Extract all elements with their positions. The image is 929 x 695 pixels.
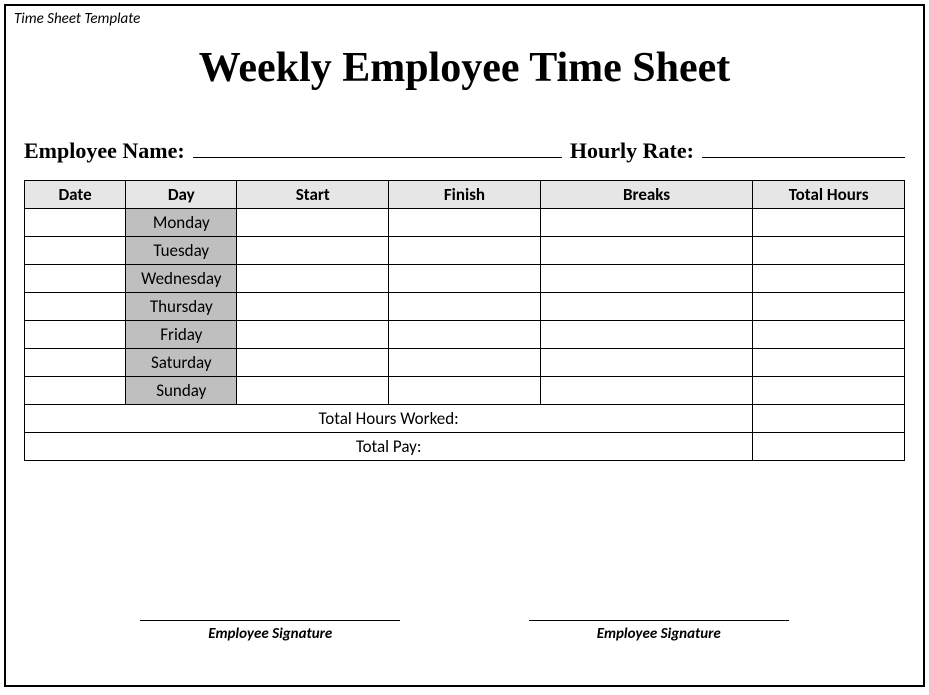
header-date: Date <box>25 181 126 209</box>
total-pay-row: Total Pay: <box>25 433 905 461</box>
table-row: Saturday <box>25 349 905 377</box>
signature-left: Employee Signature <box>140 620 400 643</box>
cell-breaks[interactable] <box>540 349 752 377</box>
cell-finish[interactable] <box>389 209 541 237</box>
cell-total-hours[interactable] <box>753 237 905 265</box>
table-row: Thursday <box>25 293 905 321</box>
cell-breaks[interactable] <box>540 209 752 237</box>
cell-finish[interactable] <box>389 321 541 349</box>
signature-left-line[interactable] <box>140 620 400 621</box>
cell-date[interactable] <box>25 293 126 321</box>
cell-date[interactable] <box>25 265 126 293</box>
cell-day: Friday <box>126 321 237 349</box>
cell-start[interactable] <box>237 377 389 405</box>
total-pay-label: Total Pay: <box>25 433 753 461</box>
total-pay-value[interactable] <box>753 433 905 461</box>
page-title: Weekly Employee Time Sheet <box>6 44 923 92</box>
employee-name-input-line[interactable] <box>193 139 562 158</box>
header-start: Start <box>237 181 389 209</box>
table-header-row: Date Day Start Finish Breaks Total Hours <box>25 181 905 209</box>
cell-day: Thursday <box>126 293 237 321</box>
table-row: Monday <box>25 209 905 237</box>
cell-breaks[interactable] <box>540 237 752 265</box>
signature-right-line[interactable] <box>529 620 789 621</box>
cell-breaks[interactable] <box>540 321 752 349</box>
header-finish: Finish <box>389 181 541 209</box>
total-hours-value[interactable] <box>753 405 905 433</box>
cell-start[interactable] <box>237 293 389 321</box>
hourly-rate-input-line[interactable] <box>702 139 905 158</box>
cell-start[interactable] <box>237 349 389 377</box>
cell-breaks[interactable] <box>540 265 752 293</box>
cell-start[interactable] <box>237 321 389 349</box>
cell-start[interactable] <box>237 209 389 237</box>
cell-total-hours[interactable] <box>753 349 905 377</box>
signature-left-label: Employee Signature <box>140 625 400 643</box>
template-label: Time Sheet Template <box>6 6 923 30</box>
timesheet-body: Monday Tuesday Wednesday <box>25 209 905 461</box>
table-row: Sunday <box>25 377 905 405</box>
timesheet-table: Date Day Start Finish Breaks Total Hours… <box>24 180 905 461</box>
cell-date[interactable] <box>25 209 126 237</box>
cell-total-hours[interactable] <box>753 321 905 349</box>
header-total-hours: Total Hours <box>753 181 905 209</box>
cell-day: Sunday <box>126 377 237 405</box>
cell-date[interactable] <box>25 237 126 265</box>
timesheet-table-wrap: Date Day Start Finish Breaks Total Hours… <box>6 180 923 461</box>
signature-right-label: Employee Signature <box>529 625 789 643</box>
cell-start[interactable] <box>237 265 389 293</box>
info-row: Employee Name: Hourly Rate: <box>6 138 923 180</box>
header-day: Day <box>126 181 237 209</box>
header-breaks: Breaks <box>540 181 752 209</box>
signatures-row: Employee Signature Employee Signature <box>6 620 923 643</box>
cell-total-hours[interactable] <box>753 209 905 237</box>
cell-day: Monday <box>126 209 237 237</box>
cell-date[interactable] <box>25 377 126 405</box>
cell-breaks[interactable] <box>540 377 752 405</box>
timesheet-page: Time Sheet Template Weekly Employee Time… <box>4 4 925 687</box>
employee-name-label: Employee Name: <box>24 138 185 164</box>
cell-breaks[interactable] <box>540 293 752 321</box>
cell-total-hours[interactable] <box>753 377 905 405</box>
cell-start[interactable] <box>237 237 389 265</box>
signature-right: Employee Signature <box>529 620 789 643</box>
cell-day: Tuesday <box>126 237 237 265</box>
table-row: Tuesday <box>25 237 905 265</box>
cell-day: Saturday <box>126 349 237 377</box>
cell-finish[interactable] <box>389 265 541 293</box>
total-hours-row: Total Hours Worked: <box>25 405 905 433</box>
cell-total-hours[interactable] <box>753 293 905 321</box>
table-row: Wednesday <box>25 265 905 293</box>
cell-finish[interactable] <box>389 349 541 377</box>
cell-total-hours[interactable] <box>753 265 905 293</box>
cell-finish[interactable] <box>389 293 541 321</box>
cell-finish[interactable] <box>389 237 541 265</box>
cell-day: Wednesday <box>126 265 237 293</box>
table-row: Friday <box>25 321 905 349</box>
cell-finish[interactable] <box>389 377 541 405</box>
cell-date[interactable] <box>25 349 126 377</box>
cell-date[interactable] <box>25 321 126 349</box>
total-hours-label: Total Hours Worked: <box>25 405 753 433</box>
hourly-rate-label: Hourly Rate: <box>570 138 694 164</box>
